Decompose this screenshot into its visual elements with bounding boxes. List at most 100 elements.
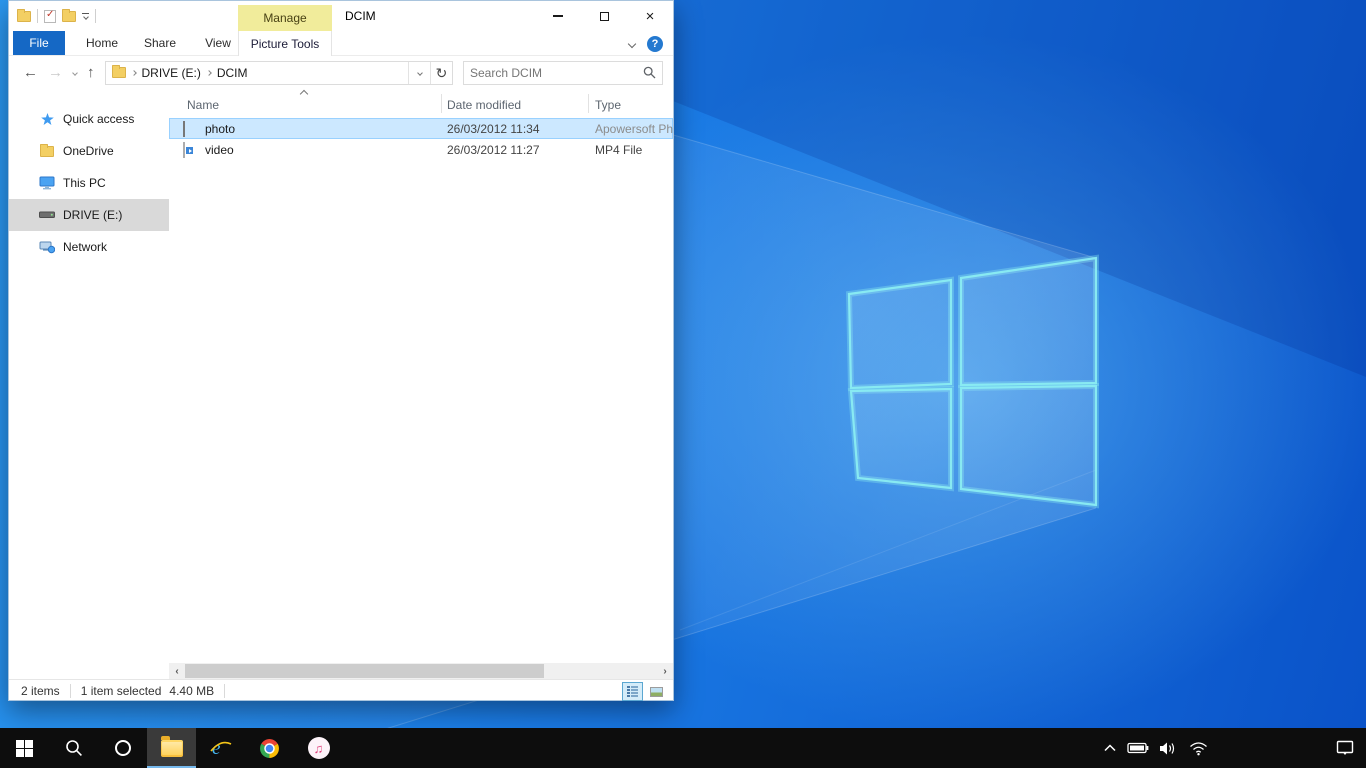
back-button[interactable]: ← xyxy=(23,65,38,80)
tab-file[interactable]: File xyxy=(13,31,65,55)
window-title: DCIM xyxy=(345,1,376,31)
internet-explorer-button[interactable]: e xyxy=(196,728,245,768)
tab-share[interactable]: Share xyxy=(131,31,189,55)
column-header-name[interactable]: Name xyxy=(187,98,219,112)
mp4-file-icon xyxy=(183,143,199,156)
tab-home[interactable]: Home xyxy=(73,31,131,55)
file-date-modified: 26/03/2012 11:34 xyxy=(447,122,540,136)
file-rows: photo 26/03/2012 11:34 Apowersoft Pho vi… xyxy=(169,118,673,663)
column-separator[interactable] xyxy=(588,94,589,113)
breadcrumb-folder[interactable]: DCIM xyxy=(217,66,248,80)
scrollbar-track[interactable] xyxy=(185,663,657,679)
search-box[interactable] xyxy=(463,61,663,85)
search-icon xyxy=(65,739,83,757)
action-center-icon[interactable] xyxy=(1336,740,1354,756)
network-icon xyxy=(39,239,55,255)
maximize-button[interactable] xyxy=(581,1,627,31)
breadcrumb-drive[interactable]: DRIVE (E:) xyxy=(142,66,201,80)
customize-quick-access-dropdown[interactable] xyxy=(82,13,89,19)
file-type: Apowersoft Pho xyxy=(595,122,673,136)
sort-ascending-icon xyxy=(300,90,308,98)
cortana-button[interactable] xyxy=(98,728,147,768)
forward-button[interactable]: → xyxy=(48,65,63,80)
chevron-down-icon xyxy=(417,70,423,76)
sidebar-item-label: Quick access xyxy=(63,112,134,126)
maximize-icon xyxy=(600,12,609,21)
itunes-button[interactable]: ♫ xyxy=(294,728,343,768)
separator xyxy=(37,9,38,23)
properties-icon[interactable] xyxy=(44,10,56,23)
column-header-date-modified[interactable]: Date modified xyxy=(447,98,521,112)
sidebar-item-this-pc[interactable]: This PC xyxy=(9,167,169,199)
this-pc-monitor-icon xyxy=(39,175,55,191)
photo-thumbnail-icon xyxy=(183,122,199,135)
chrome-icon xyxy=(259,738,280,759)
navigation-pane: Quick access OneDrive This PC DRIVE (E:) xyxy=(9,89,169,679)
cortana-icon xyxy=(114,739,132,757)
address-dropdown-button[interactable] xyxy=(408,62,430,84)
tab-picture-tools[interactable]: Picture Tools xyxy=(238,31,332,56)
new-folder-icon[interactable] xyxy=(62,11,76,22)
ribbon-right-controls: ? xyxy=(629,31,663,56)
minimize-button[interactable] xyxy=(535,1,581,31)
scroll-right-arrow[interactable]: › xyxy=(657,663,673,679)
column-header-type[interactable]: Type xyxy=(595,98,621,112)
refresh-button[interactable]: ↻ xyxy=(430,62,452,84)
search-icon xyxy=(643,66,656,79)
file-explorer-icon xyxy=(161,740,183,757)
file-name: video xyxy=(205,143,234,157)
search-input[interactable] xyxy=(470,66,637,80)
windows-start-icon xyxy=(16,740,33,757)
details-view-button[interactable] xyxy=(622,682,643,701)
chevron-right-icon xyxy=(131,70,137,76)
details-view-icon xyxy=(627,686,638,697)
sidebar-item-label: DRIVE (E:) xyxy=(63,208,122,222)
file-explorer-window: Manage DCIM × File Home Share View Pictu… xyxy=(8,0,674,701)
folder-icon[interactable] xyxy=(17,11,31,22)
recent-locations-chevron-icon[interactable] xyxy=(72,70,78,76)
sidebar-item-label: This PC xyxy=(63,176,106,190)
folder-icon xyxy=(112,67,126,78)
address-bar[interactable]: DRIVE (E:) DCIM ↻ xyxy=(105,61,454,85)
sidebar-item-onedrive[interactable]: OneDrive xyxy=(9,135,169,167)
column-separator[interactable] xyxy=(441,94,442,113)
battery-icon[interactable] xyxy=(1127,741,1149,755)
start-button[interactable] xyxy=(0,728,49,768)
hidden-icons-chevron-icon[interactable] xyxy=(1103,743,1117,753)
collapse-ribbon-chevron-icon[interactable] xyxy=(628,39,636,47)
separator xyxy=(70,684,71,698)
horizontal-scrollbar[interactable]: ‹ › xyxy=(169,663,673,679)
sidebar-item-label: Network xyxy=(63,240,107,254)
separator xyxy=(95,9,96,23)
titlebar[interactable]: Manage DCIM × xyxy=(9,1,673,31)
sidebar-item-drive-e[interactable]: DRIVE (E:) xyxy=(9,199,169,231)
close-button[interactable]: × xyxy=(627,1,673,31)
selection-count: 1 item selected xyxy=(81,684,162,698)
itunes-icon: ♫ xyxy=(308,737,330,759)
sidebar-item-quick-access[interactable]: Quick access xyxy=(9,103,169,135)
navigation-bar: ← → ↑ DRIVE (E:) DCIM ↻ xyxy=(9,56,673,89)
file-explorer-button[interactable] xyxy=(147,728,196,768)
up-button[interactable]: ↑ xyxy=(87,65,95,80)
search-button[interactable] xyxy=(49,728,98,768)
help-icon[interactable]: ? xyxy=(647,36,663,52)
selection-size: 4.40 MB xyxy=(169,684,214,698)
file-name: photo xyxy=(205,122,235,136)
sidebar-item-network[interactable]: Network xyxy=(9,231,169,263)
ribbon-contextual-group-manage[interactable]: Manage xyxy=(238,5,332,31)
scroll-left-arrow[interactable]: ‹ xyxy=(169,663,185,679)
scrollbar-thumb[interactable] xyxy=(185,664,544,678)
breadcrumb[interactable]: DRIVE (E:) DCIM xyxy=(106,62,409,84)
separator xyxy=(224,684,225,698)
file-row-photo[interactable]: photo 26/03/2012 11:34 Apowersoft Pho xyxy=(169,118,673,139)
chrome-button[interactable] xyxy=(245,728,294,768)
chevron-right-icon xyxy=(206,70,212,76)
volume-icon[interactable] xyxy=(1159,741,1179,756)
wifi-icon[interactable] xyxy=(1189,741,1208,756)
chevron-down-icon xyxy=(83,14,89,20)
file-type: MP4 File xyxy=(595,143,642,157)
window-controls: × xyxy=(535,1,673,31)
file-row-video[interactable]: video 26/03/2012 11:27 MP4 File xyxy=(169,139,673,160)
large-thumbnails-view-button[interactable] xyxy=(646,682,667,701)
internet-explorer-icon: e xyxy=(209,736,233,760)
